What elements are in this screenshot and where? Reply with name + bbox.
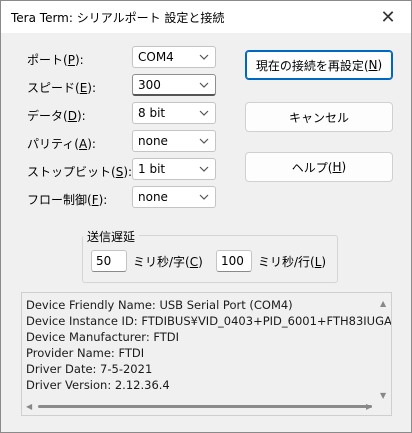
stop-bits-value: 1 bit: [138, 162, 166, 176]
serial-port-dialog: Tera Term: シリアルポート 設定と接続 ✕ ポート(P): COM4 …: [0, 0, 412, 433]
port-label: ポート(P):: [27, 53, 84, 67]
device-manufacturer: Device Manufacturer: FTDI: [26, 330, 180, 344]
scroll-down-icon[interactable]: ▼: [380, 391, 386, 400]
parity-select[interactable]: none: [132, 130, 216, 152]
port-value: COM4: [138, 50, 174, 64]
speed-value: 300: [138, 78, 161, 92]
provider-name: Provider Name: FTDI: [26, 346, 145, 360]
help-button[interactable]: ヘルプ(H): [245, 152, 393, 182]
cancel-button[interactable]: キャンセル: [245, 102, 393, 132]
device-instance-id: Device Instance ID: FTDIBUS¥VID_0403+PID…: [26, 314, 392, 328]
parity-value: none: [138, 134, 168, 148]
stop-bits-label: ストップビット(S):: [27, 165, 133, 179]
data-bits-select[interactable]: 8 bit: [132, 102, 216, 124]
scroll-right-icon[interactable]: ▶: [366, 402, 372, 411]
driver-version: Driver Version: 2.12.36.4: [26, 378, 170, 392]
chevron-down-icon: [199, 54, 209, 60]
close-icon: ✕: [380, 6, 396, 28]
vertical-scrollbar[interactable]: ▲ ▼: [377, 293, 391, 401]
flow-control-select[interactable]: none: [132, 186, 216, 208]
data-bits-label: データ(D):: [27, 109, 86, 123]
transmit-delay-title: 送信遅延: [83, 228, 140, 245]
horizontal-scroll-thumb[interactable]: [38, 405, 372, 408]
driver-date: Driver Date: 7-5-2021: [26, 362, 153, 376]
speed-select[interactable]: 300: [132, 74, 216, 96]
speed-label: スピード(E):: [27, 81, 97, 95]
scroll-left-icon[interactable]: ◀: [26, 402, 32, 411]
flow-control-value: none: [138, 190, 168, 204]
title-bar: Tera Term: シリアルポート 設定と接続 ✕: [1, 1, 411, 33]
flow-control-label: フロー制御(F):: [27, 193, 108, 207]
chevron-down-icon: [199, 166, 209, 172]
chevron-down-icon: [199, 110, 209, 116]
reconnect-button[interactable]: 現在の接続を再設定(N): [245, 50, 393, 80]
parity-label: パリティ(A):: [27, 137, 96, 151]
window-title: Tera Term: シリアルポート 設定と接続: [11, 11, 225, 25]
device-info-textarea[interactable]: Device Friendly Name: USB Serial Port (C…: [21, 292, 392, 416]
chevron-down-icon: [199, 138, 209, 144]
chevron-down-icon: [199, 82, 209, 88]
device-friendly-name: Device Friendly Name: USB Serial Port (C…: [26, 298, 293, 312]
stop-bits-select[interactable]: 1 bit: [132, 158, 216, 180]
chevron-down-icon: [199, 194, 209, 200]
data-bits-value: 8 bit: [138, 106, 166, 120]
line-delay-input[interactable]: 100: [216, 250, 252, 272]
char-delay-unit: ミリ秒/字(C): [133, 255, 203, 269]
port-select[interactable]: COM4: [132, 46, 216, 68]
close-button[interactable]: ✕: [365, 1, 411, 33]
char-delay-input[interactable]: 50: [91, 250, 127, 272]
scroll-up-icon[interactable]: ▲: [380, 299, 386, 308]
line-delay-unit: ミリ秒/行(L): [258, 255, 327, 269]
